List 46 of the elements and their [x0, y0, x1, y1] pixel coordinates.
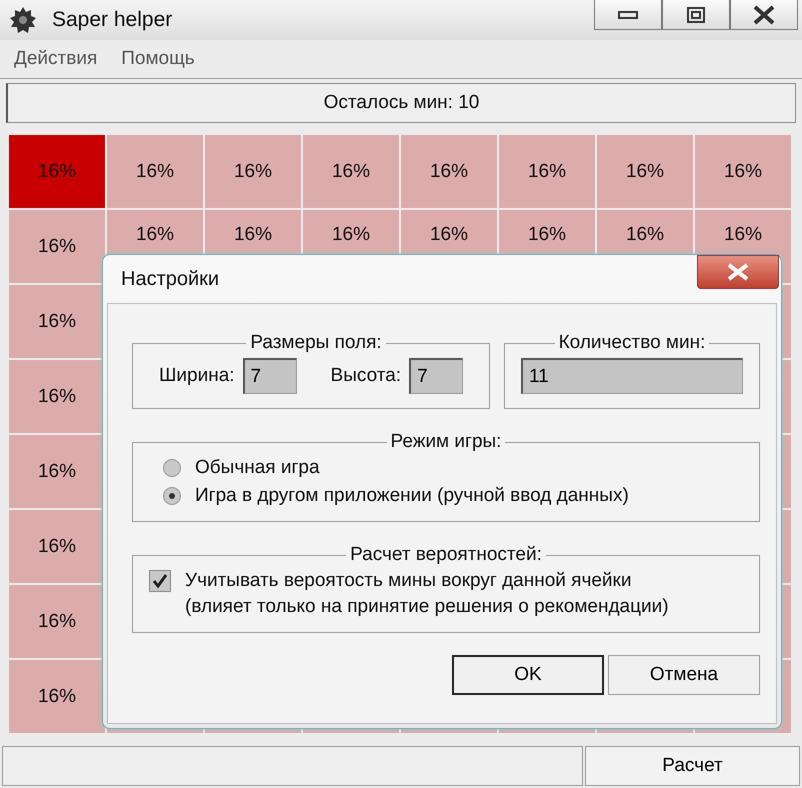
gear-icon: [8, 5, 38, 35]
mines-field[interactable]: 11: [521, 358, 743, 394]
menu-item[interactable]: Помощь: [121, 48, 195, 70]
grid-cell[interactable]: 16%: [9, 660, 105, 733]
grid-cell[interactable]: 16%: [9, 360, 105, 433]
maximize-button[interactable]: [662, 0, 730, 30]
group-title: Расчет вероятностей:: [349, 544, 543, 566]
maximize-icon: [686, 6, 706, 24]
group-title: Количество мин:: [558, 332, 706, 354]
close-icon: [726, 263, 750, 281]
grid-cell[interactable]: 16%: [9, 435, 105, 508]
checkbox[interactable]: [149, 570, 171, 592]
note-text: (влияет только на принятие решения о рекомендации): [185, 596, 669, 618]
radio-button[interactable]: [163, 487, 181, 505]
grid-cell[interactable]: 16%: [401, 135, 497, 208]
grid-cell[interactable]: 16%: [107, 135, 203, 208]
minimize-icon: [618, 10, 638, 20]
menu-item[interactable]: Действия: [14, 48, 98, 70]
close-icon: [752, 4, 776, 24]
status-text: Осталось мин: 10: [324, 92, 480, 114]
close-button[interactable]: [730, 0, 798, 30]
grid-cell[interactable]: 16%: [9, 585, 105, 658]
window-title: Saper helper: [52, 8, 172, 32]
calculate-button[interactable]: Расчет: [585, 746, 800, 786]
grid-cell[interactable]: 16%: [9, 510, 105, 583]
height-field[interactable]: 7: [409, 358, 464, 394]
radio-label: Обычная игра: [195, 457, 320, 479]
group-title: Режим игры:: [390, 431, 502, 453]
grid-cell[interactable]: 16%: [205, 135, 301, 208]
grid-cell[interactable]: 16%: [499, 135, 595, 208]
ok-button[interactable]: OK: [452, 655, 604, 695]
height-label: Высота:: [330, 365, 402, 387]
cancel-button[interactable]: Отмена: [608, 655, 760, 695]
minimize-button[interactable]: [594, 0, 662, 30]
close-button[interactable]: [697, 255, 779, 289]
width-label: Ширина:: [159, 365, 235, 387]
width-field[interactable]: 7: [242, 358, 297, 394]
radio-label: Игра в другом приложении (ручной ввод данных): [195, 485, 629, 507]
grid-cell[interactable]: 16%: [695, 135, 791, 208]
grid-cell[interactable]: 16%: [9, 210, 105, 283]
grid-cell[interactable]: 16%: [303, 135, 399, 208]
checkbox-label: Учитывать вероятость мины вокруг данной ячейки: [185, 570, 632, 592]
grid-cell[interactable]: 16%: [597, 135, 693, 208]
radio-button[interactable]: [163, 459, 181, 477]
group-title: Размеры поля:: [249, 332, 383, 354]
grid-cell[interactable]: 16%: [9, 285, 105, 358]
